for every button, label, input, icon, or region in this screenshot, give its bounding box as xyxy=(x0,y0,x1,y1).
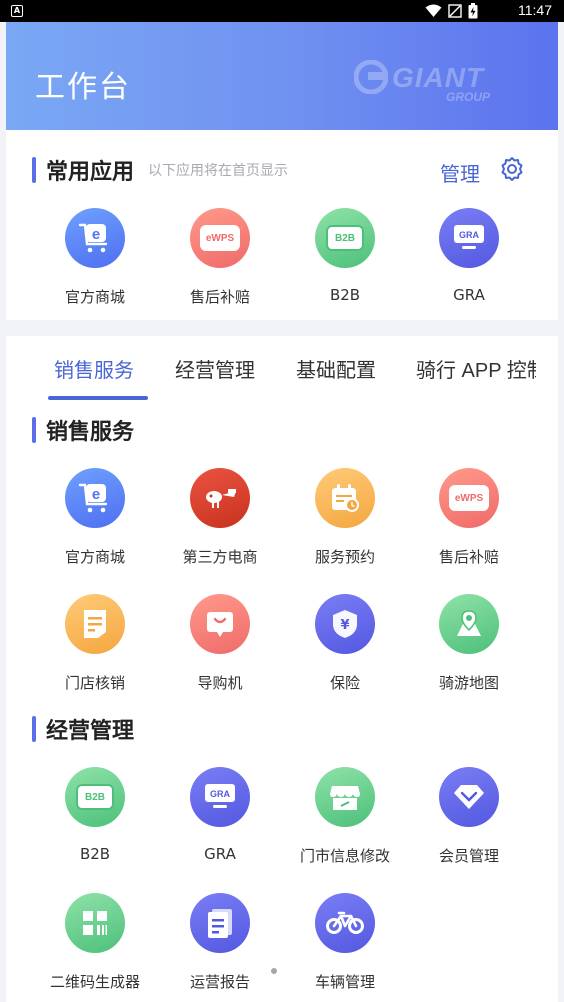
app-label: GRA xyxy=(453,286,485,304)
svg-text:GRA: GRA xyxy=(210,789,231,799)
app-store-verification[interactable]: 门店核销 xyxy=(30,594,160,693)
app-b2b[interactable]: B2B B2B xyxy=(30,767,160,863)
document-icon xyxy=(65,594,125,654)
qr-code-icon xyxy=(65,893,125,953)
active-tab-indicator xyxy=(48,396,148,400)
app-label: 会员管理 xyxy=(438,847,499,865)
ewps-icon: eWPS xyxy=(439,468,499,528)
section-accent-bar xyxy=(32,417,36,443)
app-riding-map[interactable]: 骑游地图 xyxy=(404,594,534,693)
category-tabs: 销售服务 经营管理 基础配置 骑行 APP 控制 xyxy=(6,354,558,402)
ewps-tag: eWPS xyxy=(200,225,240,251)
sales-section-header: 销售服务 xyxy=(32,414,134,446)
app-label: 车辆管理 xyxy=(314,973,375,991)
category-card: 销售服务 经营管理 基础配置 骑行 APP 控制 销售服务 e 官方商城 第三方… xyxy=(6,336,558,1002)
svg-text:¥: ¥ xyxy=(340,618,349,633)
app-operations-report[interactable]: 运营报告 xyxy=(155,893,285,992)
page-title: 工作台 xyxy=(35,71,131,104)
svg-text:GRA: GRA xyxy=(459,230,480,240)
common-apps-header: 常用应用 以下应用将在首页显示 xyxy=(32,154,288,186)
app-label: 导购机 xyxy=(197,674,243,692)
app-label: 保险 xyxy=(329,674,360,692)
app-label: 服务预约 xyxy=(314,548,375,566)
svg-text:e: e xyxy=(92,486,100,503)
clock: 11:47 xyxy=(518,2,552,18)
b2b-tag: B2B xyxy=(76,784,114,810)
app-gra[interactable]: GRA GRA xyxy=(155,767,285,863)
common-app-aftersales[interactable]: eWPS 售后补赔 xyxy=(155,208,285,307)
ewps-icon: eWPS xyxy=(190,208,250,268)
app-member-management[interactable]: 会员管理 xyxy=(404,767,534,866)
app-label: 官方商城 xyxy=(64,548,125,566)
common-apps-card: 常用应用 以下应用将在首页显示 管理 e 官方商城 eWPS 售后补赔 B2B … xyxy=(6,130,558,320)
app-qr-generator[interactable]: 二维码生成器 xyxy=(30,893,160,992)
tab-business-management[interactable]: 经营管理 xyxy=(175,354,255,383)
app-label: 运营报告 xyxy=(189,973,250,991)
section-title: 常用应用 xyxy=(46,160,135,185)
app-official-mall[interactable]: e 官方商城 xyxy=(30,468,160,567)
battery-charging-icon xyxy=(468,3,478,19)
tab-sales-service[interactable]: 销售服务 xyxy=(54,354,134,383)
app-aftersales-claim[interactable]: eWPS 售后补赔 xyxy=(404,468,534,567)
scroll-indicator-dot xyxy=(271,968,277,974)
app-label: 门店核销 xyxy=(64,674,125,692)
app-label: 二维码生成器 xyxy=(49,973,140,991)
app-shopping-guide[interactable]: 导购机 xyxy=(155,594,285,693)
section-accent-bar xyxy=(32,716,36,742)
report-icon xyxy=(190,893,250,953)
gear-icon[interactable] xyxy=(499,156,525,182)
calendar-icon xyxy=(315,468,375,528)
giant-logo-mark-icon xyxy=(354,60,388,94)
ops-section-header: 经营管理 xyxy=(32,713,134,745)
tab-basic-config[interactable]: 基础配置 xyxy=(296,354,376,383)
cart-e-icon: e xyxy=(65,208,125,268)
app-insurance[interactable]: ¥ 保险 xyxy=(280,594,410,693)
app-label: 第三方电商 xyxy=(182,548,258,566)
tab-cycling-app-control[interactable]: 骑行 APP 控制 xyxy=(416,354,536,383)
common-app-gra[interactable]: GRA GRA xyxy=(404,208,534,304)
app-label: 骑游地图 xyxy=(438,674,499,692)
storefront-icon xyxy=(315,767,375,827)
third-party-shop-icon xyxy=(190,468,250,528)
common-app-b2b[interactable]: B2B B2B xyxy=(280,208,410,304)
app-service-booking[interactable]: 服务预约 xyxy=(280,468,410,567)
gra-icon: GRA xyxy=(439,208,499,268)
app-vehicle-management[interactable]: 车辆管理 xyxy=(280,893,410,992)
b2b-icon: B2B xyxy=(315,208,375,268)
guide-screen-icon xyxy=(190,594,250,654)
section-hint: 以下应用将在首页显示 xyxy=(148,163,289,179)
app-label: B2B xyxy=(329,286,361,304)
app-label: 门市信息修改 xyxy=(299,847,390,865)
section-accent-bar xyxy=(32,157,36,183)
signal-off-icon xyxy=(448,4,462,18)
cart-e-icon: e xyxy=(65,468,125,528)
app-third-party-ecommerce[interactable]: 第三方电商 xyxy=(155,468,285,567)
app-store-info-edit[interactable]: 门市信息修改 xyxy=(280,767,410,866)
app-label: GRA xyxy=(204,845,236,863)
app-label: B2B xyxy=(79,845,111,863)
diamond-icon xyxy=(439,767,499,827)
b2b-icon: B2B xyxy=(65,767,125,827)
status-bar: A 11:47 xyxy=(0,0,564,22)
map-pin-icon xyxy=(439,594,499,654)
b2b-tag: B2B xyxy=(326,225,364,251)
app-label: 售后补赔 xyxy=(438,548,499,566)
section-title: 销售服务 xyxy=(46,420,135,445)
manage-button[interactable]: 管理 xyxy=(440,158,480,187)
section-title: 经营管理 xyxy=(46,719,135,744)
giant-logo: GIANT GROUP xyxy=(354,60,530,108)
app-header: 工作台 GIANT GROUP xyxy=(6,22,558,130)
common-app-mall[interactable]: e 官方商城 xyxy=(30,208,160,307)
app-notification-icon: A xyxy=(11,5,23,17)
app-label: 官方商城 xyxy=(64,288,125,306)
tab-cycling-app-control-wrapper: 骑行 APP 控制 xyxy=(416,354,536,386)
svg-text:e: e xyxy=(92,226,100,243)
bicycle-icon xyxy=(315,893,375,953)
gra-icon: GRA xyxy=(190,767,250,827)
app-label: 售后补赔 xyxy=(189,288,250,306)
shield-yen-icon: ¥ xyxy=(315,594,375,654)
logo-subtext: GROUP xyxy=(446,90,491,104)
wifi-icon xyxy=(425,4,442,17)
ewps-tag: eWPS xyxy=(449,485,489,511)
